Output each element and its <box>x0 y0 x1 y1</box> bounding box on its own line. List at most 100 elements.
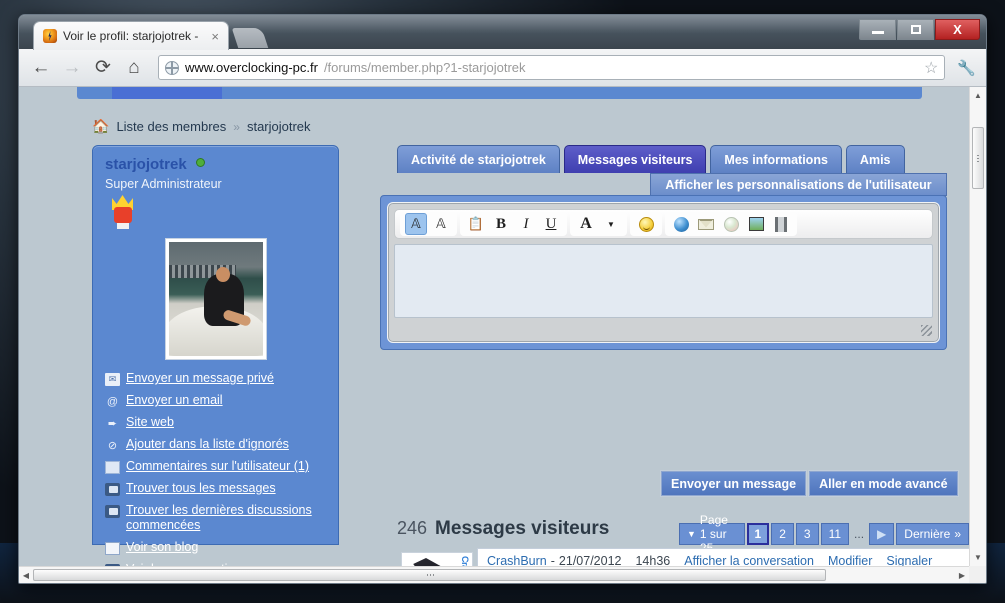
editor-toolbar: 𝔸 𝔸 📋 B I U A ▼ <box>394 209 933 239</box>
avatar[interactable]: CrashBurn <box>401 552 473 566</box>
horizontal-scroll-thumb[interactable] <box>33 569 826 581</box>
editor-group-mode: 𝔸 𝔸 <box>400 212 457 236</box>
sidebar-link-send-email[interactable]: @ Envoyer un email <box>105 393 326 408</box>
remove-formatting-icon[interactable]: 𝔸 <box>430 213 452 235</box>
next-page-icon[interactable]: ▶ <box>869 523 895 545</box>
address-bar[interactable]: www.overclocking-pc.fr /forums/member.ph… <box>158 55 946 80</box>
page-3-button[interactable]: 3 <box>795 523 819 545</box>
advanced-mode-button[interactable]: Aller en mode avancé <box>808 470 959 497</box>
insert-image-upload-icon[interactable] <box>720 213 742 235</box>
last-page-button[interactable]: Dernière » <box>896 523 969 545</box>
window-controls: X <box>859 19 980 40</box>
profile-usertitle: Super Administrateur <box>105 177 222 191</box>
tab-activite[interactable]: Activité de starjojotrek <box>397 145 560 173</box>
profile-action-links: ✉ Envoyer un message privé @ Envoyer un … <box>105 371 326 566</box>
underline-icon[interactable]: U <box>540 213 562 235</box>
submit-message-button[interactable]: Envoyer un message <box>659 470 808 497</box>
lightning-favicon <box>43 29 57 43</box>
page-2-button[interactable]: 2 <box>771 523 794 545</box>
show-user-customizations-link[interactable]: Afficher les personnalisations de l'util… <box>650 173 947 196</box>
sidebar-link-ignore[interactable]: ⊘ Ajouter dans la liste d'ignorés <box>105 437 326 452</box>
view-conversation-link[interactable]: Afficher la conversation <box>684 554 814 566</box>
link-label: Ajouter dans la liste d'ignorés <box>126 437 289 451</box>
profile-sidebar: starjojotrek Super Administrateur ✉ Envo… <box>92 145 339 566</box>
reload-icon[interactable]: ⟳ <box>91 56 115 80</box>
wrench-menu-icon[interactable]: 🔧 <box>957 59 976 77</box>
crown-rank-icon <box>105 193 139 233</box>
sidebar-link-find-posts[interactable]: Trouver tous les messages <box>105 481 326 496</box>
resize-handle[interactable] <box>921 325 932 336</box>
url-path: /forums/member.php?1-starjojotrek <box>323 60 526 75</box>
close-icon[interactable]: × <box>208 29 222 44</box>
visitor-message-editor: 𝔸 𝔸 📋 B I U A ▼ <box>380 195 947 350</box>
editor-actions: Envoyer un message Aller en mode avancé <box>659 470 959 497</box>
scroll-right-icon[interactable]: ▶ <box>955 567 969 583</box>
chevron-right-icon: » <box>233 119 240 134</box>
vertical-scroll-thumb[interactable] <box>972 127 984 189</box>
scroll-left-icon[interactable]: ◀ <box>19 567 33 583</box>
book-icon <box>105 542 120 555</box>
url-domain: www.overclocking-pc.fr <box>185 60 318 75</box>
page-11-button[interactable]: 11 <box>820 523 850 545</box>
chevron-down-icon[interactable]: ▼ <box>600 213 622 235</box>
forward-icon[interactable]: → <box>60 56 84 80</box>
bookmark-star-icon[interactable]: ☆ <box>924 58 938 78</box>
insert-video-icon[interactable] <box>770 213 792 235</box>
tab-amis[interactable]: Amis <box>845 145 905 173</box>
page-summary-dropdown[interactable]: ▼ Page 1 sur 25 <box>679 513 745 555</box>
sidebar-link-send-pm[interactable]: ✉ Envoyer un message privé <box>105 371 326 386</box>
page-viewport: Galerie 🏠 Liste des membres » starjojotr… <box>19 87 986 583</box>
page-1-button[interactable]: 1 <box>746 523 770 545</box>
tab-label: Mes informations <box>724 152 828 167</box>
insert-link-icon[interactable] <box>670 213 692 235</box>
link-label: Envoyer un email <box>126 393 223 407</box>
scroll-up-icon[interactable]: ▲ <box>970 87 986 104</box>
online-status-icon <box>196 158 206 167</box>
paste-icon[interactable]: 📋 <box>465 213 487 235</box>
breadcrumb-item-members[interactable]: Liste des membres <box>116 119 226 134</box>
back-icon[interactable]: ← <box>29 56 53 80</box>
forum-content-card: 🏠 Liste des membres » starjojotrek starj… <box>67 103 969 566</box>
report-link[interactable]: Signaler <box>886 554 932 566</box>
editor-group-font: A ▼ <box>570 212 627 236</box>
scroll-down-icon[interactable]: ▼ <box>970 549 986 566</box>
screen: Voir le profil: starjojotrek - × X ← → ⟳… <box>0 0 1005 603</box>
profile-username[interactable]: starjojotrek <box>105 156 187 173</box>
sidebar-link-user-comments[interactable]: Commentaires sur l'utilisateur (1) <box>105 459 326 474</box>
insert-email-icon[interactable] <box>695 213 717 235</box>
edit-link[interactable]: Modifier <box>828 554 872 566</box>
smiley-icon[interactable] <box>635 213 657 235</box>
tab-mes-informations[interactable]: Mes informations <box>710 145 842 173</box>
horizontal-scrollbar[interactable]: ◀ ▶ <box>19 566 969 583</box>
navbar-active-item[interactable] <box>112 87 222 99</box>
message-date: 21/07/2012 <box>558 554 622 566</box>
speech-bubbles-icon <box>105 483 120 496</box>
close-window-button[interactable]: X <box>935 19 980 40</box>
at-sign-icon: @ <box>106 395 119 408</box>
tab-label: Messages visiteurs <box>577 152 693 167</box>
vertical-scrollbar[interactable]: ▲ ▼ <box>969 87 986 566</box>
italic-icon[interactable]: I <box>515 213 537 235</box>
site-navbar-truncated: Galerie <box>77 87 922 99</box>
tab-messages-visiteurs[interactable]: Messages visiteurs <box>563 145 707 173</box>
sidebar-link-website[interactable]: ➨ Site web <box>105 415 326 430</box>
message-textarea[interactable] <box>394 244 933 318</box>
wysiwyg-mode-icon[interactable]: 𝔸 <box>405 213 427 235</box>
bold-icon[interactable]: B <box>490 213 512 235</box>
link-label: Site web <box>126 415 174 429</box>
browser-titlebar: Voir le profil: starjojotrek - × X <box>19 15 986 50</box>
sidebar-link-find-threads[interactable]: Trouver les dernières discussions commen… <box>105 503 326 533</box>
sidebar-link-blog[interactable]: Voir son blog <box>105 540 326 555</box>
messages-title: Messages visiteurs <box>435 518 610 539</box>
maximize-button[interactable] <box>897 19 934 40</box>
home-icon[interactable]: 🏠 <box>92 118 109 135</box>
font-color-icon[interactable]: A <box>575 213 597 235</box>
editor-inner: 𝔸 𝔸 📋 B I U A ▼ <box>387 202 940 343</box>
minimize-button[interactable] <box>859 19 896 40</box>
message-author[interactable]: CrashBurn <box>487 554 547 566</box>
chevron-down-icon: ▼ <box>687 529 696 539</box>
insert-image-icon[interactable] <box>745 213 767 235</box>
home-icon[interactable]: ⌂ <box>122 56 146 80</box>
browser-tab[interactable]: Voir le profil: starjojotrek - × <box>33 21 229 50</box>
link-label: Commentaires sur l'utilisateur (1) <box>126 459 309 473</box>
